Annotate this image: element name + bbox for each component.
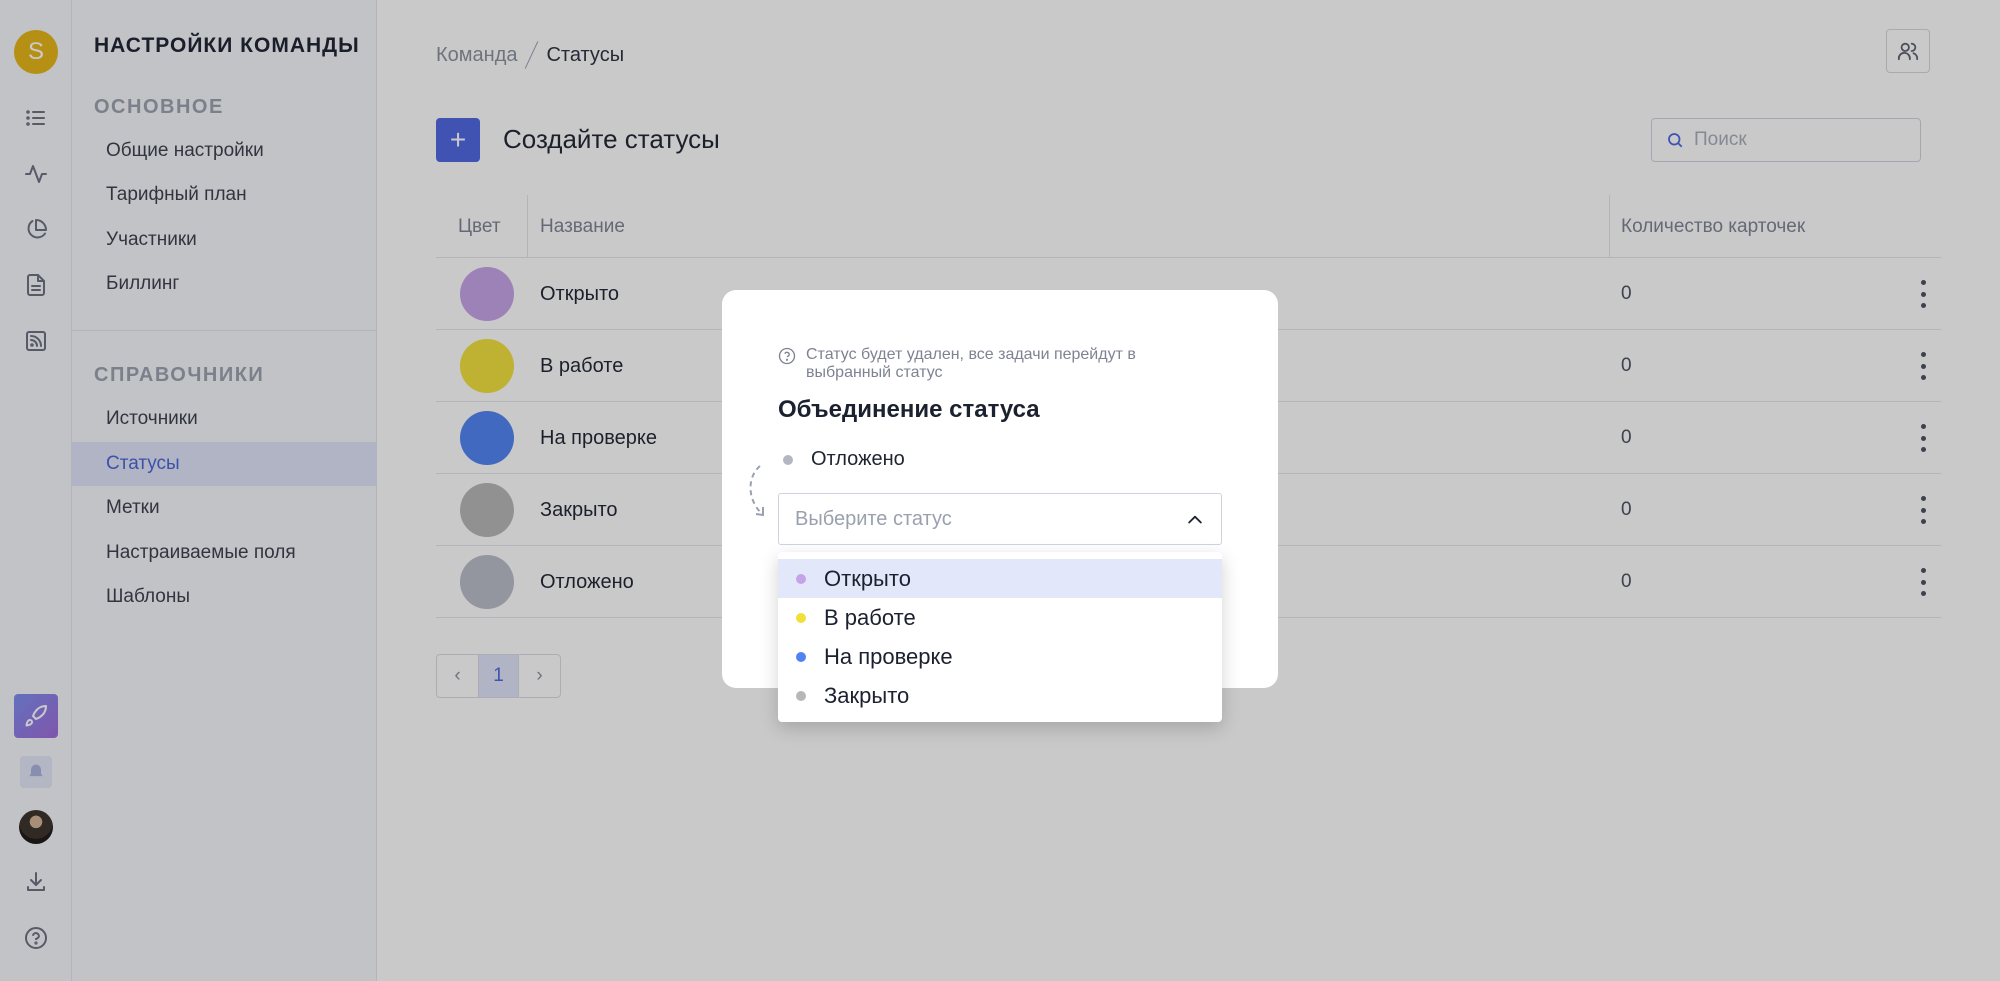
dropdown-option[interactable]: На проверке <box>778 637 1222 676</box>
dropdown-option[interactable]: В работе <box>778 598 1222 637</box>
question-circle-icon <box>778 347 796 365</box>
option-label: На проверке <box>824 643 953 669</box>
source-status: Отложено <box>778 448 905 471</box>
option-color-dot <box>796 612 806 623</box>
target-status-select[interactable]: Выберите статус <box>778 493 1222 545</box>
source-status-label: Отложено <box>811 448 905 470</box>
option-label: Открыто <box>824 565 911 591</box>
select-placeholder: Выберите статус <box>795 507 952 530</box>
status-dropdown: Открыто В работе На проверке Закрыто <box>778 552 1222 722</box>
option-label: В работе <box>824 604 916 630</box>
merge-arrow-icon <box>749 465 764 517</box>
source-status-dot <box>783 454 793 465</box>
modal-hint-text: Статус будет удален, все задачи перейдут… <box>806 346 1136 381</box>
option-color-dot <box>796 651 806 662</box>
option-color-dot <box>796 573 806 584</box>
modal-title: Объединение статуса <box>778 396 1040 423</box>
option-color-dot <box>796 690 806 701</box>
dropdown-option[interactable]: Закрыто <box>778 676 1222 715</box>
dropdown-option[interactable]: Открыто <box>778 559 1222 598</box>
chevron-up-icon <box>1185 510 1205 530</box>
option-label: Закрыто <box>824 682 910 708</box>
modal-hint: Статус будет удален, все задачи перейдут… <box>778 346 1218 382</box>
